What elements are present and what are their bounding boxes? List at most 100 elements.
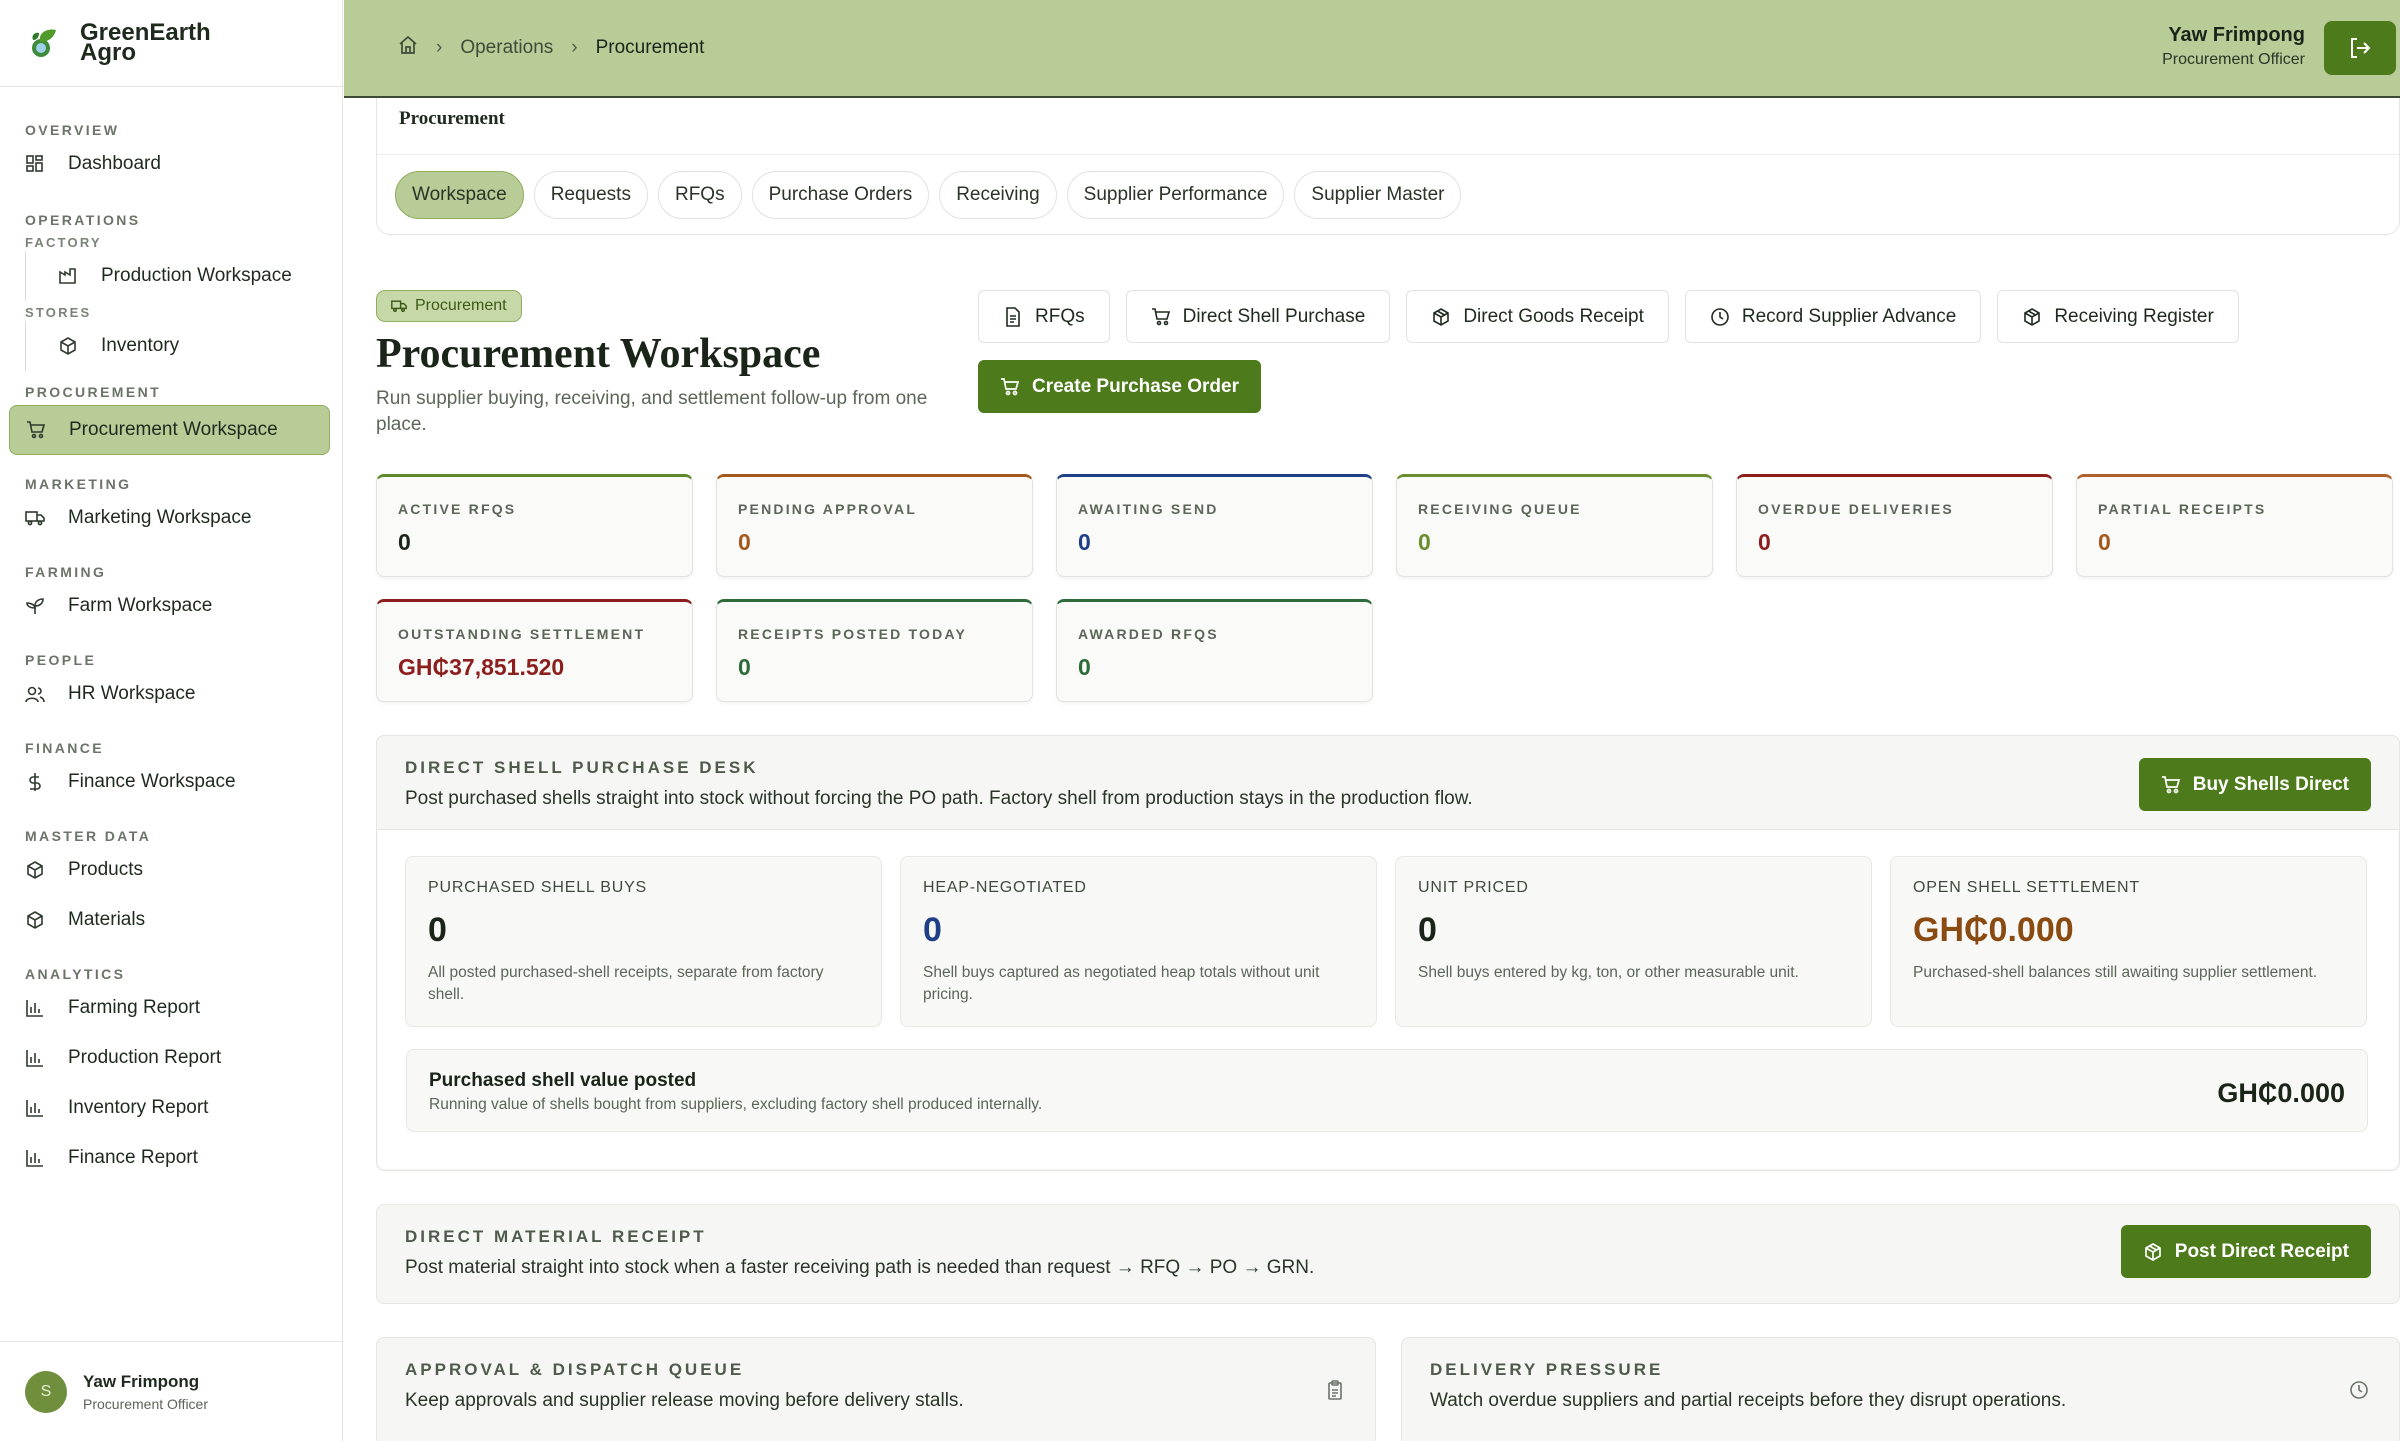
nav-subsection-stores: STORES <box>25 305 92 320</box>
sidebar-item-finance-report[interactable]: Finance Report <box>0 1133 342 1183</box>
stat-label: ACTIVE RFQS <box>398 501 517 517</box>
section-description: Post purchased shells straight into stoc… <box>405 788 1473 809</box>
section-kicker: DIRECT SHELL PURCHASE DESK <box>405 758 759 777</box>
create-purchase-order-button[interactable]: Create Purchase Order <box>978 360 1261 413</box>
page-title: Procurement Workspace <box>376 331 821 377</box>
cart-icon <box>1001 377 1020 395</box>
sidebar-item-materials[interactable]: Materials <box>0 895 342 945</box>
stat-card-awaiting-send[interactable]: AWAITING SEND 0 <box>1056 474 1373 577</box>
metric-value: GH₵0.000 <box>1913 911 2074 949</box>
direct-shell-purchase-button[interactable]: Direct Shell Purchase <box>1125 290 1391 343</box>
chevron-right-icon: › <box>571 37 578 58</box>
nav-section-finance: FINANCE <box>25 740 105 756</box>
section-description: Keep approvals and supplier release movi… <box>405 1390 964 1411</box>
box-icon <box>25 910 45 930</box>
nav-section-marketing: MARKETING <box>25 476 132 492</box>
metric-heap-negotiated: HEAP-NEGOTIATED 0 Shell buys captured as… <box>900 856 1377 1027</box>
stat-label: PENDING APPROVAL <box>738 501 918 517</box>
quick-actions: RFQs Direct Shell Purchase Direct Goods … <box>978 290 2239 343</box>
stat-value: 0 <box>738 654 751 680</box>
stat-card-receiving-queue[interactable]: RECEIVING QUEUE 0 <box>1396 474 1713 577</box>
package-icon <box>2144 1242 2161 1261</box>
receiving-register-button[interactable]: Receiving Register <box>1997 290 2239 343</box>
nav-section-master-data: MASTER DATA <box>25 828 152 844</box>
document-icon <box>1006 306 1020 327</box>
metric-value: 0 <box>923 911 942 949</box>
stat-card-partial-receipts[interactable]: PARTIAL RECEIPTS 0 <box>2076 474 2393 577</box>
logout-icon <box>2351 38 2371 58</box>
post-direct-receipt-button[interactable]: Post Direct Receipt <box>2120 1225 2371 1278</box>
stat-card-pending-approval[interactable]: PENDING APPROVAL 0 <box>716 474 1033 577</box>
tab-workspace[interactable]: Workspace <box>395 171 524 219</box>
stat-value: 0 <box>398 529 411 555</box>
nav-subsection-factory: FACTORY <box>25 235 102 250</box>
direct-shell-purchase-label: Direct Shell Purchase <box>1182 305 1366 327</box>
stat-value: 0 <box>1078 529 1091 555</box>
sidebar-item-farm-workspace[interactable]: Farm Workspace <box>0 581 342 631</box>
stat-value: 0 <box>1418 529 1431 555</box>
sidebar-item-label: Farm Workspace <box>68 595 213 616</box>
sidebar-item-label: HR Workspace <box>68 683 196 704</box>
sidebar-item-hr-workspace[interactable]: HR Workspace <box>0 669 342 719</box>
breadcrumb-operations[interactable]: Operations <box>460 37 553 59</box>
record-supplier-advance-button[interactable]: Record Supplier Advance <box>1684 290 1982 343</box>
sidebar-item-finance-workspace[interactable]: Finance Workspace <box>0 757 342 807</box>
stat-card-awarded-rfqs[interactable]: AWARDED RFQS 0 <box>1056 599 1373 702</box>
stat-label: AWARDED RFQS <box>1078 626 1219 642</box>
stat-card-active-rfqs[interactable]: ACTIVE RFQS 0 <box>376 474 693 577</box>
truck-icon <box>391 300 407 312</box>
stat-card-receipts-posted-today[interactable]: RECEIPTS POSTED TODAY 0 <box>716 599 1033 702</box>
tab-rfqs[interactable]: RFQs <box>657 171 742 219</box>
breadcrumb: › Operations › Procurement <box>344 35 704 61</box>
package-icon <box>1433 307 1450 326</box>
sidebar-item-procurement-workspace[interactable]: Procurement Workspace <box>9 405 330 455</box>
sidebar-item-farming-report[interactable]: Farming Report <box>0 983 342 1033</box>
purchased-shell-value-row: Purchased shell value posted Running val… <box>406 1049 2368 1132</box>
metric-unit-priced: UNIT PRICED 0 Shell buys entered by kg, … <box>1395 856 1872 1027</box>
sidebar-item-label: Marketing Workspace <box>68 507 252 528</box>
buy-shells-direct-label: Buy Shells Direct <box>2192 773 2349 795</box>
tab-supplier-master[interactable]: Supplier Master <box>1294 171 1462 219</box>
buy-shells-direct-button[interactable]: Buy Shells Direct <box>2138 758 2371 811</box>
sidebar-item-production-report[interactable]: Production Report <box>0 1033 342 1083</box>
post-direct-receipt-label: Post Direct Receipt <box>2174 1240 2349 1262</box>
sidebar-item-products[interactable]: Products <box>0 845 342 895</box>
tab-purchase-orders[interactable]: Purchase Orders <box>751 171 930 219</box>
record-supplier-advance-label: Record Supplier Advance <box>1741 305 1957 327</box>
home-icon[interactable] <box>398 35 418 61</box>
brand[interactable]: GreenEarth Agro <box>0 0 342 87</box>
cart-icon <box>2161 775 2180 793</box>
metric-label: OPEN SHELL SETTLEMENT <box>1913 879 2140 896</box>
tab-requests[interactable]: Requests <box>533 171 648 219</box>
shell-metrics-panel: PURCHASED SHELL BUYS 0 All posted purcha… <box>378 829 2398 1169</box>
logout-button[interactable] <box>2324 21 2396 75</box>
users-icon <box>25 684 45 704</box>
sidebar-item-inventory[interactable]: Inventory <box>58 321 342 371</box>
nav-section-overview: OVERVIEW <box>25 122 120 138</box>
stat-value: 0 <box>1758 529 1771 555</box>
sidebar: GreenEarth Agro OVERVIEW Dashboard OPERA… <box>0 0 343 1441</box>
stat-card-outstanding-settlement[interactable]: OUTSTANDING SETTLEMENT GH₵37,851.520 <box>376 599 693 702</box>
metric-open-shell-settlement: OPEN SHELL SETTLEMENT GH₵0.000 Purchased… <box>1890 856 2367 1027</box>
tabs-title: Procurement <box>377 98 2399 155</box>
sidebar-item-label: Finance Report <box>68 1147 198 1168</box>
sidebar-item-marketing-workspace[interactable]: Marketing Workspace <box>0 493 342 543</box>
metric-hint: Shell buys entered by kg, ton, or other … <box>1418 964 1799 981</box>
sidebar-user-profile[interactable]: S Yaw Frimpong Procurement Officer <box>0 1341 343 1441</box>
breadcrumb-procurement: Procurement <box>595 37 705 58</box>
sidebar-item-label: Farming Report <box>68 997 200 1018</box>
tab-receiving[interactable]: Receiving <box>939 171 1057 219</box>
metric-label: HEAP-NEGOTIATED <box>923 879 1087 896</box>
direct-goods-receipt-button[interactable]: Direct Goods Receipt <box>1406 290 1669 343</box>
tab-supplier-performance[interactable]: Supplier Performance <box>1066 171 1285 219</box>
nav-section-farming: FARMING <box>25 564 107 580</box>
metric-hint: Purchased-shell balances still awaiting … <box>1913 964 2318 981</box>
sidebar-item-dashboard[interactable]: Dashboard <box>0 139 342 189</box>
factory-icon <box>58 266 78 286</box>
sidebar-item-production-workspace[interactable]: Production Workspace <box>58 251 342 301</box>
rfqs-button[interactable]: RFQs <box>978 290 1110 343</box>
stat-card-overdue-deliveries[interactable]: OVERDUE DELIVERIES 0 <box>1736 474 2053 577</box>
sidebar-item-inventory-report[interactable]: Inventory Report <box>0 1083 342 1133</box>
metric-label: UNIT PRICED <box>1418 879 1529 896</box>
section-kicker: DELIVERY PRESSURE <box>1430 1360 1664 1379</box>
